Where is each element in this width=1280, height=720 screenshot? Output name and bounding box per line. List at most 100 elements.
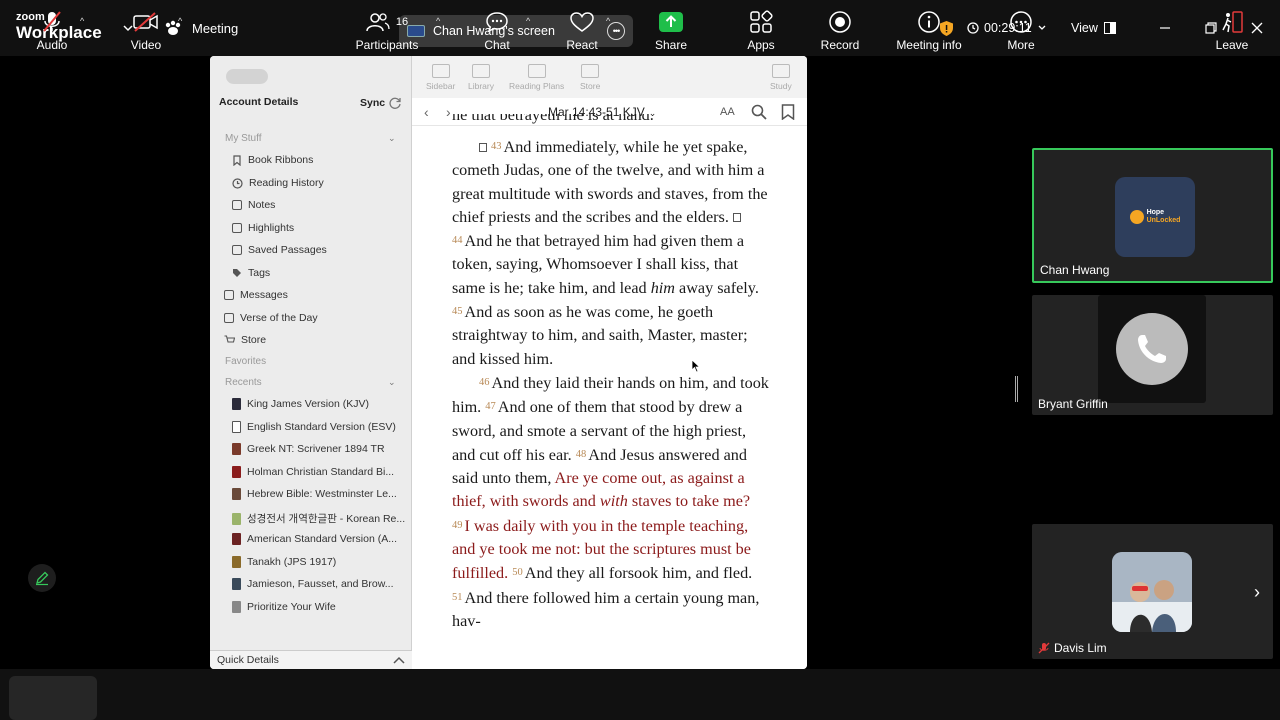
heart-icon	[1129, 210, 1144, 224]
section-my-stuff[interactable]: My Stuff	[225, 133, 262, 144]
audio-highlight	[9, 676, 97, 720]
video-tile-bryant-griffin[interactable]: Bryant Griffin	[1032, 295, 1273, 415]
toolbar-library-button[interactable]: Library	[468, 64, 494, 91]
sidebar-item-label: Saved Passages	[248, 244, 327, 256]
recent-item[interactable]: English Standard Version (ESV)	[232, 421, 396, 433]
verse-number[interactable]: 44	[452, 235, 463, 246]
account-details-link[interactable]: Account Details	[219, 96, 298, 108]
sidebar-item-book-ribbons[interactable]: Book Ribbons	[232, 154, 313, 166]
reader-pane: Sidebar Library Reading Plans Store Stud…	[412, 56, 807, 669]
sidebar-item-verse-of-the-day[interactable]: Verse of the Day	[224, 312, 318, 324]
recent-item[interactable]: Tanakh (JPS 1917)	[232, 556, 336, 568]
chevron-up-icon[interactable]	[393, 656, 405, 665]
view-button[interactable]: View	[1071, 21, 1116, 35]
audio-button[interactable]: Audio	[34, 10, 70, 52]
sidebar-toggle-button[interactable]	[226, 69, 268, 84]
chat-options-caret[interactable]: ^	[526, 16, 530, 26]
section-favorites[interactable]: Favorites	[225, 356, 266, 367]
record-icon	[829, 11, 851, 33]
info-icon	[918, 11, 940, 33]
recent-item[interactable]: Jamieson, Fausset, and Brow...	[232, 578, 394, 590]
pencil-icon	[36, 571, 49, 586]
sync-button[interactable]: Sync	[360, 96, 402, 110]
quick-details-panel[interactable]: Quick Details	[210, 650, 412, 669]
record-label: Record	[820, 38, 860, 52]
verse-number[interactable]: 45	[452, 306, 463, 317]
participants-options-caret[interactable]: ^	[436, 16, 440, 26]
toolbar-study-button[interactable]: Study	[770, 64, 792, 91]
calendar-icon	[224, 313, 234, 323]
sidebar-item-store[interactable]: Store	[224, 334, 266, 346]
video-tile-davis-lim[interactable]: Davis Lim	[1032, 524, 1273, 659]
record-button[interactable]: Record	[818, 10, 862, 52]
note-icon[interactable]	[479, 143, 487, 152]
sidebar-item-saved-passages[interactable]: Saved Passages	[232, 244, 327, 256]
forward-arrow-icon[interactable]: ›	[446, 104, 451, 120]
logo-text: Hope UnLocked	[1147, 209, 1181, 225]
back-arrow-icon[interactable]: ‹	[424, 104, 429, 120]
toolbar-label: Store	[580, 81, 601, 91]
section-recents[interactable]: Recents	[225, 377, 262, 388]
verse-number[interactable]: 48	[576, 449, 587, 460]
participant-name: Davis Lim	[1038, 641, 1107, 655]
react-options-caret[interactable]: ^	[606, 16, 610, 26]
recent-item[interactable]: Hebrew Bible: Westminster Le...	[232, 488, 397, 500]
sidebar-item-notes[interactable]: Notes	[232, 199, 275, 211]
sidebar-item-highlights[interactable]: Highlights	[232, 222, 294, 234]
sidebar-item-tags[interactable]: Tags	[232, 267, 270, 279]
cart-icon	[224, 335, 235, 343]
next-page-arrow-icon[interactable]: ›	[1254, 582, 1260, 603]
toolbar-reading-plans-button[interactable]: Reading Plans	[509, 64, 564, 91]
participants-button[interactable]: 16 Participants	[354, 10, 420, 52]
recent-item[interactable]: King James Version (KJV)	[232, 398, 369, 410]
toolbar-label: Reading Plans	[509, 81, 565, 91]
panel-resize-handle[interactable]	[1015, 376, 1018, 402]
verse-number[interactable]: 47	[485, 401, 496, 412]
passage-text: 43 And immediately, while he yet spake, c…	[452, 135, 772, 633]
video-button[interactable]: Video	[126, 10, 166, 52]
recent-item[interactable]: American Standard Version (A...	[232, 533, 397, 545]
verse-number[interactable]: 43	[491, 141, 502, 152]
recent-item[interactable]: Greek NT: Scrivener 1894 TR	[232, 443, 385, 455]
sidebar-item-reading-history[interactable]: Reading History	[232, 177, 324, 189]
video-options-caret[interactable]: ^	[178, 16, 182, 26]
apps-button[interactable]: Apps	[744, 10, 778, 52]
note-icon[interactable]	[732, 212, 741, 222]
share-label: Share	[654, 38, 688, 52]
audio-options-caret[interactable]: ^	[80, 16, 84, 26]
verse-number[interactable]: 49	[452, 520, 463, 531]
recent-item[interactable]: Prioritize Your Wife	[232, 601, 336, 613]
video-label: Video	[130, 38, 162, 52]
recent-item[interactable]: Holman Christian Standard Bi...	[232, 466, 394, 478]
close-icon[interactable]	[1249, 20, 1265, 36]
sidebar-item-messages[interactable]: Messages	[224, 289, 288, 301]
share-button[interactable]: Share	[652, 10, 690, 52]
sidebar-item-label: Highlights	[248, 222, 295, 234]
annotate-button[interactable]	[28, 564, 56, 592]
recent-item-label: King James Version (KJV)	[247, 398, 369, 410]
react-button[interactable]: React	[566, 10, 598, 52]
leave-button[interactable]: Leave	[1214, 10, 1250, 52]
minimize-icon[interactable]	[1157, 20, 1173, 36]
participant-name: Bryant Griffin	[1038, 397, 1108, 411]
chevron-down-icon[interactable]: ⌄	[388, 133, 396, 144]
video-tile-chan-hwang[interactable]: Hope UnLocked Chan Hwang	[1032, 148, 1273, 283]
toolbar-sidebar-button[interactable]: Sidebar	[426, 64, 455, 91]
verse-48-red-italic: with	[599, 492, 628, 511]
participant-count: 16	[395, 16, 409, 28]
meeting-info-button[interactable]: Meeting info	[890, 10, 968, 52]
chevron-down-icon[interactable]: ⌄	[388, 377, 396, 388]
meeting-menu-button[interactable]: Meeting	[164, 20, 238, 36]
recent-item-label: Greek NT: Scrivener 1894 TR	[247, 443, 385, 455]
bookmark-icon[interactable]	[781, 104, 795, 120]
verse-number[interactable]: 50	[512, 567, 523, 578]
chat-button[interactable]: Chat	[482, 10, 512, 52]
recent-item[interactable]: 성경전서 개역한글판 - Korean Re...	[232, 511, 405, 526]
clock-icon	[232, 177, 243, 189]
verse-number[interactable]: 51	[452, 592, 463, 603]
cart-icon	[581, 64, 600, 78]
verse-number[interactable]: 46	[479, 377, 490, 388]
apps-icon	[750, 10, 773, 33]
toolbar-store-button[interactable]: Store	[580, 64, 600, 91]
more-button[interactable]: More	[1002, 10, 1040, 52]
